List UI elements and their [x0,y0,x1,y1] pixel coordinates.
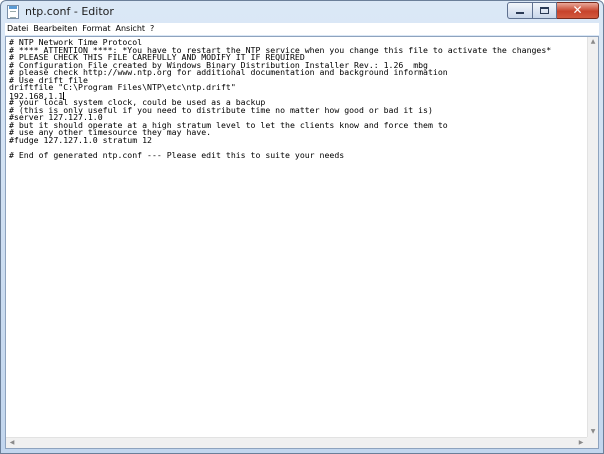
menu-datei[interactable]: Datei [5,23,31,35]
editor-window: ntp.conf - Editor ✕ Datei Bearbeiten For… [0,0,604,454]
text-line[interactable]: # End of generated ntp.conf --- Please e… [9,149,587,160]
scrollbar-corner [587,437,598,448]
text-line[interactable]: # please check http://www.ntp.org for ad… [9,68,587,77]
title-bar[interactable]: ntp.conf - Editor ✕ [1,1,603,23]
scroll-right-icon[interactable]: ▶ [576,439,586,447]
menu-ansicht[interactable]: Ansicht [114,23,149,35]
close-button[interactable]: ✕ [557,2,599,19]
window-title: ntp.conf - Editor [25,5,114,18]
maximize-icon [540,7,549,14]
menu-help[interactable]: ? [148,23,157,35]
minimize-icon [516,12,524,14]
text-line[interactable]: #fudge 127.127.1.0 stratum 12 [9,134,587,145]
window-controls: ✕ [507,2,599,20]
vertical-scrollbar[interactable]: ▲ ▼ [587,37,598,437]
text-line[interactable]: driftfile "C:\Program Files\NTP\etc\ntp.… [9,83,587,92]
text-editor[interactable]: # NTP Network Time Protocol # **** ATTENT… [5,36,599,449]
text-content-area[interactable]: # NTP Network Time Protocol # **** ATTENT… [6,37,587,437]
scroll-down-icon[interactable]: ▼ [588,428,598,436]
menu-bar: Datei Bearbeiten Format Ansicht ? [5,23,599,35]
close-icon: ✕ [572,3,583,17]
menu-format[interactable]: Format [80,23,113,35]
minimize-button[interactable] [507,2,533,19]
text-line-content: # End of generated ntp.conf --- Please e… [9,149,345,160]
notepad-icon[interactable] [7,5,19,19]
scroll-up-icon[interactable]: ▲ [588,38,598,46]
menu-bearbeiten[interactable]: Bearbeiten [31,23,80,35]
maximize-button[interactable] [533,2,557,19]
text-line-content: #fudge 127.127.1.0 stratum 12 [9,134,152,145]
scroll-left-icon[interactable]: ◀ [7,439,17,447]
horizontal-scrollbar[interactable]: ◀ ▶ [6,437,587,448]
